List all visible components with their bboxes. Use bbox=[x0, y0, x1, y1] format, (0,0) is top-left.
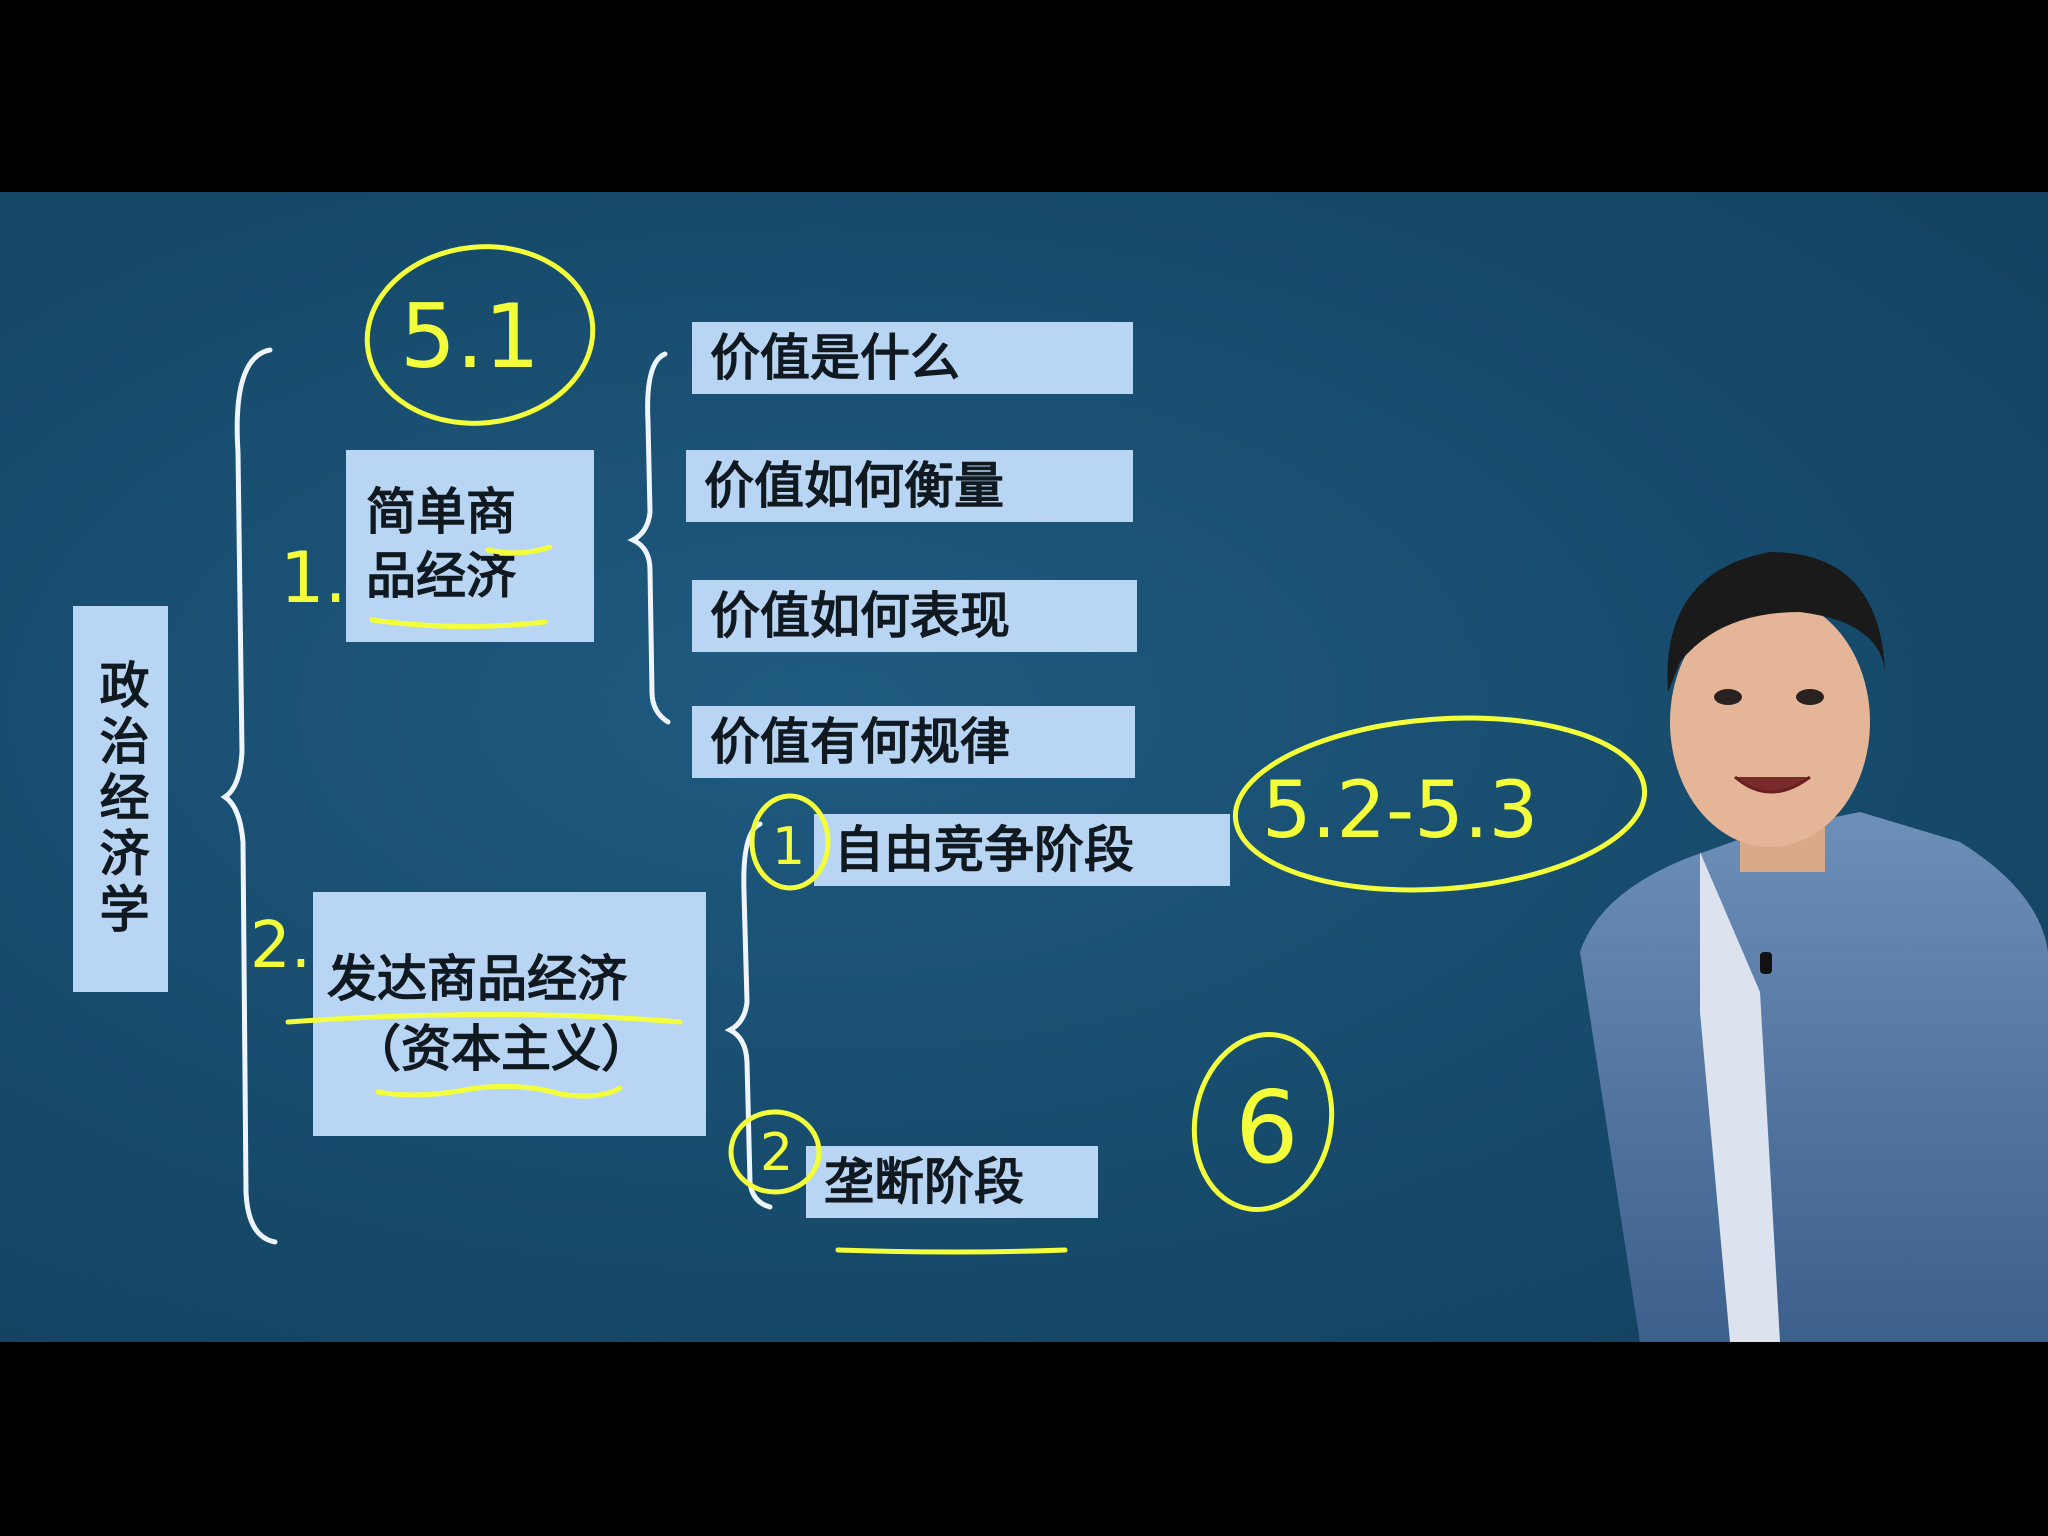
lapel-microphone bbox=[1760, 952, 1772, 974]
teacher-figure bbox=[1580, 552, 2048, 1342]
blackboard: 政治经济学 简单商 品经济 价值是什么 价值如何衡量 价值如何表现 价值有何规律… bbox=[0, 192, 2048, 1342]
denim-jacket bbox=[1580, 812, 2048, 1342]
eye bbox=[1714, 689, 1742, 705]
eye bbox=[1796, 689, 1824, 705]
